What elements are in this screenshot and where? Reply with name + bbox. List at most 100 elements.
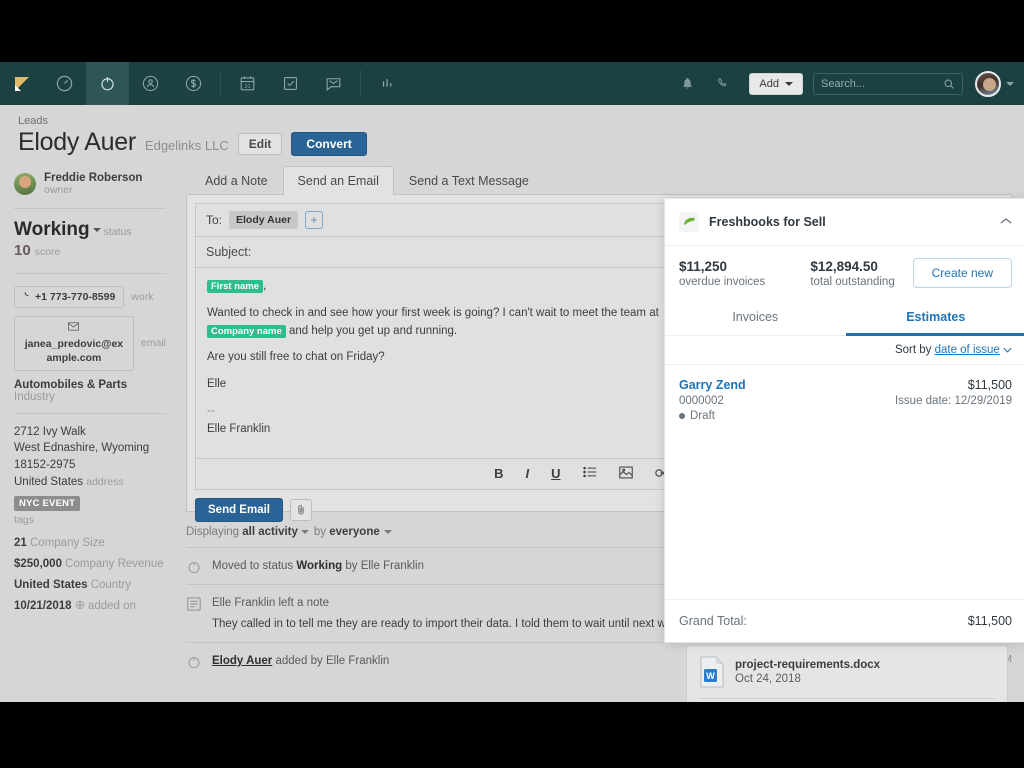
nav-right-group: Add Search... (669, 62, 1024, 105)
company-name: Edgelinks LLC (145, 138, 229, 153)
feed-text-suffix: by Elle Franklin (342, 560, 424, 572)
nav-item-reports[interactable] (366, 62, 409, 105)
body-p1-a: Wanted to check in and see how your firs… (207, 307, 659, 319)
added-on-label: added on (88, 600, 136, 612)
attachment-file-date: Oct 24, 2018 (735, 673, 880, 685)
nav-item-dashboard[interactable] (43, 62, 86, 105)
phone-type-label: work (131, 291, 153, 303)
feed-lead-link[interactable]: Elody Auer (212, 655, 272, 667)
nav-divider (220, 70, 221, 97)
convert-button[interactable]: Convert (291, 132, 366, 156)
greeting-suffix: , (263, 280, 266, 292)
stat-value: $12,894.50 (810, 259, 894, 274)
chevron-up-icon[interactable] (1000, 216, 1012, 228)
paperclip-icon[interactable] (290, 499, 312, 521)
nav-item-communication-center[interactable] (312, 62, 355, 105)
nav-item-tasks[interactable] (269, 62, 312, 105)
attachment-info: project-requirements.docx Oct 24, 2018 (735, 659, 880, 685)
phone-icon-small (23, 291, 32, 300)
logo-mark-icon[interactable] (0, 62, 43, 105)
note-icon (186, 596, 202, 612)
feed-text-suffix: added by Elle Franklin (272, 655, 389, 667)
bullet-list-icon[interactable] (583, 466, 597, 481)
edit-button[interactable]: Edit (238, 133, 283, 155)
underline-icon[interactable]: U (551, 466, 560, 481)
country-row: United States Country (14, 579, 166, 591)
tab-add-a-note[interactable]: Add a Note (190, 166, 283, 195)
search-input[interactable]: Search... (813, 73, 963, 95)
estimate-number: 0000002 (679, 395, 895, 407)
search-placeholder: Search... (821, 78, 865, 90)
owner-name: Freddie Roberson (44, 172, 142, 184)
freshbooks-leaf-icon (679, 212, 699, 232)
tab-send-a-text-message[interactable]: Send a Text Message (394, 166, 544, 195)
add-recipient-button[interactable]: + (305, 211, 323, 229)
status-change-icon (186, 654, 202, 670)
attachment-row[interactable]: W project-requirements.docx Oct 24, 2018 (699, 656, 995, 699)
attachment-card: W project-requirements.docx Oct 24, 2018… (686, 645, 1008, 702)
address-label: address (86, 476, 123, 488)
estimate-right: $11,500 Issue date: 12/29/2019 (895, 378, 1012, 422)
industry-row: Automobiles & Parts Industry (14, 379, 166, 403)
image-icon[interactable] (619, 466, 633, 482)
word-document-icon: W (699, 656, 725, 688)
svg-text:W: W (706, 671, 715, 681)
account-menu[interactable] (975, 71, 1014, 97)
estimate-name[interactable]: Garry Zend (679, 378, 895, 392)
stat-overdue-invoices: $11,250 overdue invoices (679, 259, 765, 288)
italic-icon[interactable]: I (526, 466, 530, 481)
email-field[interactable]: janea_predovic@example.com (14, 316, 134, 371)
displaying-prefix: Displaying (186, 526, 239, 538)
score-value: 10 (14, 242, 31, 259)
page-header: Leads Elody Auer Edgelinks LLC Edit Conv… (0, 105, 1024, 166)
send-email-button[interactable]: Send Email (195, 498, 283, 522)
phone-row: +1 773-770-8599 work (14, 286, 166, 308)
lead-detail-sidebar: Freddie Roberson owner Working status 10… (0, 166, 180, 686)
breadcrumb[interactable]: Leads (18, 115, 1024, 127)
address-line-2: West Ednashire, Wyoming 18152-2975 (14, 440, 166, 473)
filter-activity[interactable]: all activity (242, 526, 298, 538)
filter-person[interactable]: everyone (329, 526, 380, 538)
nav-icon-group: 31 (0, 62, 409, 105)
merge-field-company-name[interactable]: Company name (207, 325, 286, 338)
tag-chip[interactable]: NYC EVENT (14, 496, 80, 511)
tab-send-an-email[interactable]: Send an Email (283, 166, 394, 195)
chevron-down-icon-account (1006, 82, 1014, 86)
title-row: Elody Auer Edgelinks LLC Edit Convert (18, 128, 1024, 158)
country-value: United States (14, 579, 88, 591)
chevron-down-icon (785, 82, 793, 86)
added-on-row: 10/21/2018 added on (14, 600, 166, 612)
bold-icon[interactable]: B (494, 466, 503, 481)
freshbooks-stats: $11,250 overdue invoices $12,894.50 tota… (665, 246, 1024, 302)
nav-item-calendar[interactable]: 31 (226, 62, 269, 105)
add-button[interactable]: Add (749, 73, 803, 95)
recipient-chip[interactable]: Elody Auer (229, 211, 298, 229)
added-on-value: 10/21/2018 (14, 600, 72, 612)
create-new-button[interactable]: Create new (913, 258, 1012, 288)
divider-2 (14, 273, 166, 274)
nav-item-leads[interactable] (86, 62, 129, 105)
status-row[interactable]: Working status (14, 219, 166, 241)
chevron-down-icon-sort (1003, 344, 1012, 356)
tab-invoices[interactable]: Invoices (665, 302, 846, 336)
owner-row[interactable]: Freddie Roberson owner (14, 166, 166, 206)
status-label: status (104, 226, 132, 238)
email-value: janea_predovic@example.com (25, 338, 123, 364)
address-line-1: 2712 Ivy Walk (14, 424, 166, 441)
address-line-3: United States (14, 476, 83, 488)
stat-value: $11,250 (679, 259, 765, 274)
sort-value[interactable]: date of issue (935, 344, 1000, 356)
tab-estimates[interactable]: Estimates (846, 302, 1024, 336)
nav-item-deals[interactable] (172, 62, 215, 105)
freshbooks-title: Freshbooks for Sell (709, 215, 826, 229)
avatar (975, 71, 1001, 97)
divider-3 (14, 413, 166, 414)
search-icon (943, 78, 955, 90)
phone-icon[interactable] (705, 62, 741, 105)
bell-icon[interactable] (669, 62, 705, 105)
phone-field[interactable]: +1 773-770-8599 (14, 286, 124, 308)
nav-item-contacts[interactable] (129, 62, 172, 105)
estimate-row[interactable]: Garry Zend 0000002 Draft $11,500 Issue d… (665, 365, 1024, 434)
feed-text-bold: Working (296, 560, 342, 572)
merge-field-first-name[interactable]: First name (207, 280, 263, 293)
